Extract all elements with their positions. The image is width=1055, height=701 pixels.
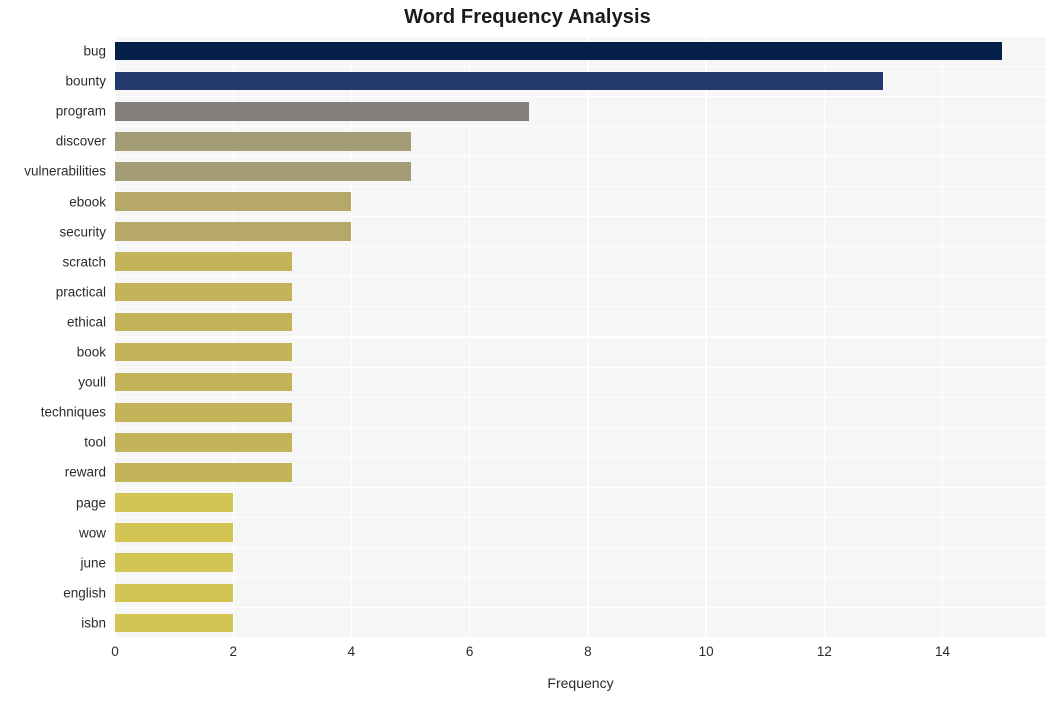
bar-row <box>115 162 1046 181</box>
bar-row <box>115 132 1046 151</box>
bar-row <box>115 282 1046 302</box>
bar-row <box>115 433 1046 452</box>
x-tick-label-10: 10 <box>698 644 714 659</box>
x-tick-label-6: 6 <box>465 644 474 659</box>
bar-english[interactable] <box>115 583 234 603</box>
y-tick-label-scratch: scratch <box>62 254 106 269</box>
bar-row <box>115 222 1046 241</box>
x-axis-title: Frequency <box>547 675 614 691</box>
bar-page[interactable] <box>115 493 234 512</box>
x-tick-label-12: 12 <box>816 644 832 659</box>
y-tick-label-wow: wow <box>78 524 106 540</box>
y-tick-label-security: security <box>59 223 106 239</box>
bar-row <box>115 553 1046 573</box>
bar-row <box>115 463 1046 482</box>
page-title: Word Frequency Analysis <box>404 6 651 28</box>
bar-row <box>115 192 1046 211</box>
bar-scratch[interactable] <box>115 252 293 272</box>
x-axis-tick-labels: 0 2 4 6 8 10 12 14 <box>111 644 1046 666</box>
y-tick-label-youll: youll <box>78 374 106 390</box>
x-tick-label-8: 8 <box>584 644 592 659</box>
bar-discover[interactable] <box>115 132 411 151</box>
bar-isbn[interactable] <box>115 613 234 633</box>
bar-program[interactable] <box>115 101 529 121</box>
y-tick-label-bug: bug <box>83 43 106 59</box>
bar-ethical[interactable] <box>115 312 293 332</box>
y-tick-label-book: book <box>76 344 106 360</box>
bar-june[interactable] <box>115 553 234 573</box>
bar-youll[interactable] <box>115 372 293 392</box>
y-tick-label-june: june <box>80 555 106 570</box>
x-tick-label-2: 2 <box>229 644 237 659</box>
y-tick-label-reward: reward <box>64 464 106 480</box>
y-axis-tick-labels: bug bounty program discover vulnerabilities e… <box>0 36 115 638</box>
bar-security[interactable] <box>115 222 352 241</box>
x-tick-label-14: 14 <box>935 644 951 659</box>
bar-row <box>115 342 1046 362</box>
bar-bug[interactable] <box>115 41 1002 61</box>
y-tick-label-english: english <box>63 585 106 601</box>
y-tick-label-isbn: isbn <box>81 615 106 631</box>
y-tick-label-ethical: ethical <box>66 314 106 330</box>
y-tick-label-techniques: techniques <box>40 404 106 420</box>
y-tick-label-discover: discover <box>55 133 106 149</box>
bar-row <box>115 372 1046 392</box>
word-frequency-chart-figure: Word Frequency Analysis bug bounty program… <box>0 0 1055 701</box>
bar-row <box>115 312 1046 332</box>
y-tick-label-bounty: bounty <box>65 73 106 89</box>
bar-ebook[interactable] <box>115 192 352 211</box>
bar-book[interactable] <box>115 342 293 362</box>
bar-vulnerabilities[interactable] <box>115 162 411 181</box>
y-tick-label-practical: practical <box>55 284 106 300</box>
bar-row <box>115 402 1046 422</box>
bar-row <box>115 41 1046 61</box>
bar-practical[interactable] <box>115 282 293 302</box>
bar-row <box>115 252 1046 272</box>
bar-reward[interactable] <box>115 463 293 482</box>
y-tick-label-page: page <box>75 494 106 510</box>
bar-bounty[interactable] <box>115 71 884 91</box>
bar-row <box>115 71 1046 91</box>
y-tick-label-program: program <box>55 103 106 119</box>
bar-row <box>115 523 1046 542</box>
bar-row <box>115 493 1046 512</box>
bar-wow[interactable] <box>115 523 234 542</box>
y-tick-label-vulnerabilities: vulnerabilities <box>24 163 106 179</box>
bar-techniques[interactable] <box>115 402 293 422</box>
x-tick-label-0: 0 <box>111 644 119 659</box>
bar-tool[interactable] <box>115 433 293 452</box>
y-tick-label-tool: tool <box>84 434 106 450</box>
plot-area <box>114 35 1046 639</box>
x-tick-label-4: 4 <box>347 644 356 659</box>
bar-row <box>115 613 1046 633</box>
bar-row <box>115 101 1046 121</box>
bar-row <box>115 583 1046 603</box>
bars-layer <box>115 36 1046 638</box>
y-tick-label-ebook: ebook <box>69 193 106 209</box>
